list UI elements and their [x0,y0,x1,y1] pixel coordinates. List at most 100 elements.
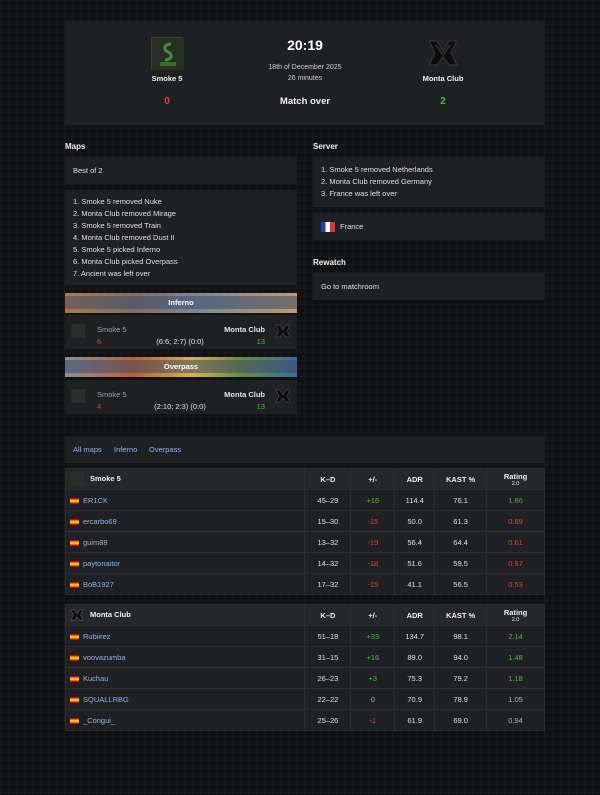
team1-stats-table: Smoke 5 K–D +/- ADR KAST % Rating 2.0 ER1… [64,468,545,595]
table-row: paytonaitor 14–32 -18 51.6 59.5 0.57 [64,552,545,574]
team-header[interactable]: Monta Club [64,604,306,626]
table-row: guim88 13–32 -19 56.4 64.4 0.61 [64,531,545,553]
map-result-overpass[interactable]: Smoke 5 4 (2:10; 2:3) (0:0) Monta Club 1… [65,380,297,414]
kd-cell: 31–15 [304,646,352,668]
plus-minus-cell: +16 [350,646,396,668]
plus-minus-cell: -15 [350,510,396,532]
team1-score: 0 [164,96,170,107]
kast-cell: 76.1 [434,489,488,511]
kast-cell: 59.5 [434,552,488,574]
rating-cell: 0.69 [486,510,545,532]
plus-minus-cell: -18 [350,552,396,574]
table-row: BoB1927 17–32 -15 41.1 56.5 0.53 [64,573,545,595]
half-scores: (6:6; 2:7) (0:0) [156,337,204,346]
player-cell[interactable]: SQUALLRBG [64,688,306,710]
smoke5-logo[interactable] [151,37,184,70]
stats-tabs: All maps Inferno Overpass [65,436,545,463]
map-banner-overpass[interactable]: Overpass [65,357,297,377]
team-header[interactable]: Smoke 5 [64,468,306,490]
map-result-inferno[interactable]: Smoke 5 6 (6:6; 2:7) (0:0) Monta Club 13 [65,315,297,349]
spain-flag-icon [70,633,79,640]
player-name[interactable]: _Congui_ [83,716,115,725]
veto-line: 2. Monta Club removed Mirage [73,209,176,218]
table-row: SQUALLRBG 22–22 0 70.9 78.9 1.05 [64,688,545,710]
table-row: Kuchau 26–23 +3 75.3 79.2 1.18 [64,667,545,689]
plus-minus-cell: 0 [350,688,396,710]
spain-flag-icon [70,497,79,504]
col-rating[interactable]: Rating 2.0 [486,604,545,626]
kd-cell: 26–23 [304,667,352,689]
player-cell[interactable]: voovazumba [64,646,306,668]
server-veto-line: 3. France was left over [321,189,397,198]
kd-cell: 14–32 [304,552,352,574]
player-cell[interactable]: ercarbo69 [64,510,306,532]
player-cell[interactable]: guim88 [64,531,306,553]
tab-overpass[interactable]: Overpass [149,445,181,454]
player-name[interactable]: ER1CK [83,496,108,505]
col-adr[interactable]: ADR [394,468,436,490]
matchroom-link-box[interactable]: Go to matchroom [313,273,545,300]
server-title: Server [313,142,338,151]
player-cell[interactable]: Kuchau [64,667,306,689]
col-kast[interactable]: KAST % [434,468,488,490]
table-row: ER1CK 45–29 +16 114.4 76.1 1.66 [64,489,545,511]
table-row: ercarbo69 15–30 -15 50.0 61.3 0.69 [64,510,545,532]
kast-cell: 56.5 [434,573,488,595]
kd-cell: 51–18 [304,625,352,647]
france-flag-icon [321,222,335,233]
team-name: Monta Club [90,609,131,619]
adr-cell: 114.4 [394,489,436,511]
team2-stats-table: Monta Club K–D +/- ADR KAST % Rating 2.0 … [64,604,545,731]
kd-cell: 17–32 [304,573,352,595]
player-name[interactable]: voovazumba [83,653,126,662]
smoke5-logo-icon [152,38,184,70]
adr-cell: 51.6 [394,552,436,574]
monta-club-logo[interactable] [427,37,459,69]
kast-cell: 64.4 [434,531,488,553]
tab-inferno[interactable]: Inferno [114,445,137,454]
match-header: Smoke 5 0 20:19 18th of December 2025 26… [65,21,545,125]
team2-name: Monta Club [224,325,265,334]
col-kast[interactable]: KAST % [434,604,488,626]
server-veto-line: 1. Smoke 5 removed Netherlands [321,165,433,174]
kd-cell: 45–29 [304,489,352,511]
smoke5-small-logo-icon [70,472,84,486]
smoke5-small-logo-icon [71,324,85,338]
smoke5-small-logo-icon [71,389,85,403]
player-name[interactable]: paytonaitor [83,559,120,568]
col-adr[interactable]: ADR [394,604,436,626]
rating-cell: 0.94 [486,709,545,731]
map-name: Overpass [65,360,297,373]
player-cell[interactable]: ER1CK [64,489,306,511]
player-cell[interactable]: _Congui_ [64,709,306,731]
team2-score: 2 [440,96,446,107]
tab-all-maps[interactable]: All maps [73,445,102,454]
col-kd[interactable]: K–D [304,604,352,626]
player-name[interactable]: BoB1927 [83,580,114,589]
player-name[interactable]: Kuchau [83,674,108,683]
player-name[interactable]: guim88 [83,538,108,547]
col-rating[interactable]: Rating 2.0 [486,468,545,490]
plus-minus-cell: +3 [350,667,396,689]
col-plus-minus[interactable]: +/- [350,604,396,626]
spain-flag-icon [70,560,79,567]
map-banner-inferno[interactable]: Inferno [65,293,297,313]
player-name[interactable]: Rubiirez [83,632,111,641]
rating-version: 2.0 [511,480,520,487]
player-name[interactable]: SQUALLRBG [83,695,129,704]
rating-cell: 0.61 [486,531,545,553]
matchroom-link[interactable]: Go to matchroom [321,281,379,293]
rating-cell: 1.66 [486,489,545,511]
team2-name[interactable]: Monta Club [411,74,475,83]
rewatch-title: Rewatch [313,258,346,267]
veto-line: 7. Ancient was left over [73,269,151,278]
player-cell[interactable]: Rubiirez [64,625,306,647]
table-row: voovazumba 31–15 +16 89.0 94.0 1.48 [64,646,545,668]
team1-name[interactable]: Smoke 5 [135,74,199,83]
col-plus-minus[interactable]: +/- [350,468,396,490]
player-cell[interactable]: paytonaitor [64,552,306,574]
col-kd[interactable]: K–D [304,468,352,490]
veto-line: 1. Smoke 5 removed Nuke [73,197,162,206]
player-name[interactable]: ercarbo69 [83,517,117,526]
player-cell[interactable]: BoB1927 [64,573,306,595]
